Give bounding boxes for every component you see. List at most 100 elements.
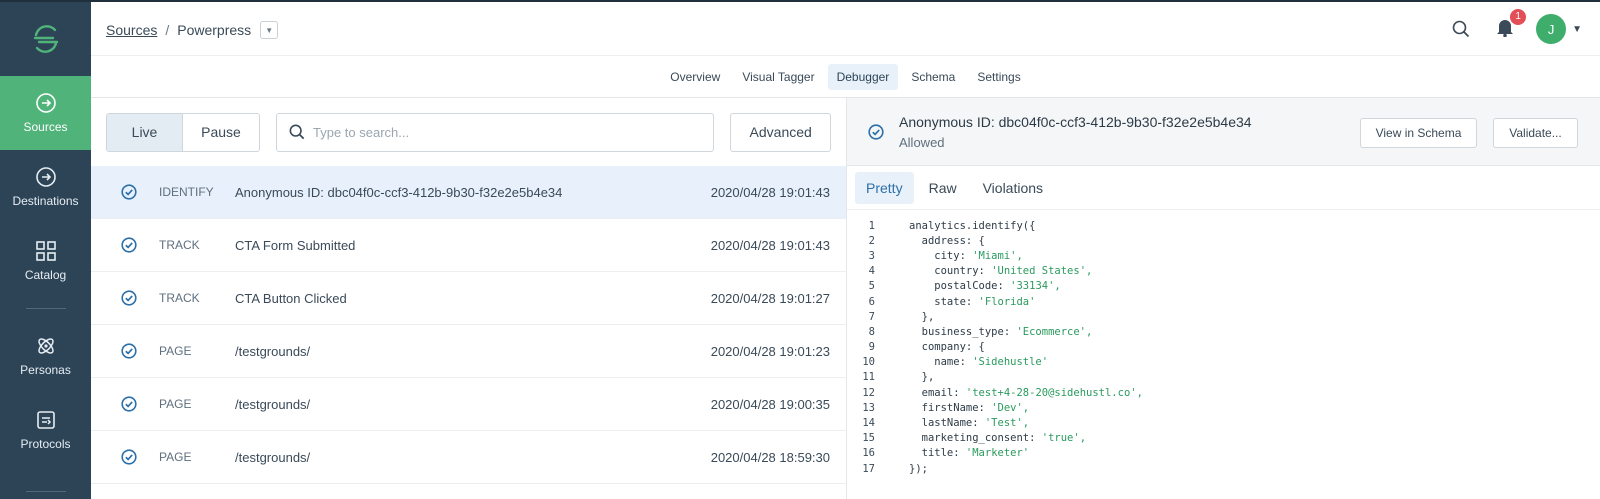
search-icon[interactable] (1452, 20, 1470, 38)
code-key: company: { (909, 341, 985, 354)
table-row[interactable]: IDENTIFY Anonymous ID: dbc04f0c-ccf3-412b… (91, 166, 846, 219)
code-line: 3 city: 'Miami', (847, 248, 1600, 263)
line-number: 1 (868, 219, 875, 232)
check-circle-icon (121, 184, 137, 200)
code-content: email: 'test+4-28-20@sidehustl.co', (909, 387, 1143, 399)
tab-debugger[interactable]: Debugger (827, 63, 899, 90)
line-number: 10 (862, 356, 875, 369)
tab-overview[interactable]: Overview (661, 64, 729, 90)
code-line: 10 name: 'Sidehustle' (847, 355, 1600, 370)
code-string: '33134', (1010, 280, 1061, 293)
notifications-button[interactable]: 1 (1496, 8, 1527, 42)
code-string: 'Sidehustle' (972, 356, 1049, 369)
check-circle-icon (121, 449, 137, 465)
code-key: lastName: (909, 417, 985, 430)
live-pause-toggle: Live Pause (106, 112, 260, 152)
sidebar-item-label: Catalog (24, 268, 67, 282)
sidebar-divider (25, 308, 66, 309)
code-string: 'Miami', (972, 249, 1023, 262)
code-line: 8 business_type: 'Ecommerce', (847, 324, 1600, 339)
pause-button[interactable]: Pause (183, 114, 259, 151)
line-number: 6 (868, 295, 875, 308)
table-row[interactable]: PAGE/testgrounds/2020/04/28 18:59:30 (91, 431, 846, 484)
sidebar-item-destinations[interactable]: Destinations (0, 150, 91, 224)
sidebar-item-sources[interactable]: Sources (0, 76, 91, 150)
search-icon (289, 124, 305, 140)
code-string: 'test+4-28-20@sidehustl.co', (965, 386, 1143, 399)
line-number: 11 (862, 371, 875, 384)
code-string: 'Marketer' (965, 447, 1030, 460)
line-number: 13 (862, 401, 875, 414)
code-line: 12 email: 'test+4-28-20@sidehustl.co', (847, 385, 1600, 400)
code-content: }); (909, 463, 928, 475)
avatar[interactable]: J (1536, 14, 1567, 44)
personas-icon (37, 338, 54, 354)
chevron-down-icon[interactable]: ▼ (1572, 24, 1582, 35)
code-content: }, (909, 371, 935, 384)
sources-icon (35, 93, 56, 113)
event-detail-status: Allowed (899, 135, 945, 150)
code-line: 1 analytics.identify({ (847, 218, 1600, 233)
code-key: title: (909, 447, 966, 460)
check-circle-icon (121, 290, 137, 306)
code-line: 7 }, (847, 309, 1600, 324)
sidebar-item-protocols[interactable]: Protocols (0, 393, 91, 467)
code-line: 4 country: 'United States', (847, 264, 1600, 279)
advanced-button[interactable]: Advanced (730, 112, 831, 152)
sidebar-item-catalog[interactable]: Catalog (0, 224, 91, 298)
tab-pretty[interactable]: Pretty (855, 171, 914, 204)
code-key: postalCode: (909, 280, 1011, 293)
code-content: title: 'Marketer' (909, 447, 1029, 459)
sidebar-item-personas[interactable]: Personas (0, 319, 91, 393)
code-content: country: 'United States', (909, 265, 1092, 277)
line-number: 9 (868, 341, 875, 354)
code-key: }, (909, 371, 935, 384)
check-circle-icon (121, 396, 137, 412)
code-line: 6 state: 'Florida' (847, 294, 1600, 309)
line-number: 7 (868, 310, 875, 323)
code-line: 16 title: 'Marketer' (847, 446, 1600, 461)
table-row[interactable]: TRACK CTA Form Submitted 2020/04/28 19:01:… (91, 219, 846, 272)
tab-settings[interactable]: Settings (968, 64, 1029, 90)
destinations-icon (35, 167, 56, 187)
code-string: 'Test', (984, 417, 1030, 430)
code-content: address: { (909, 235, 985, 247)
line-number: 15 (862, 432, 875, 445)
code-key: marketing_consent: (909, 432, 1042, 445)
search-input[interactable] (313, 124, 693, 140)
code-line: 13 firstName: 'Dev', (847, 400, 1600, 415)
code-line: 17}); (847, 461, 1600, 476)
code-content: state: 'Florida' (909, 296, 1035, 308)
check-circle-icon (121, 237, 137, 253)
tab-raw[interactable]: Raw (918, 172, 968, 204)
view-in-schema-button[interactable]: View in Schema (1360, 118, 1477, 148)
segment-logo-icon[interactable] (0, 2, 91, 76)
line-number: 12 (862, 386, 875, 399)
source-tabs: Overview Visual Tagger Debugger Schema S… (91, 56, 1600, 98)
code-content: firstName: 'Dev', (909, 402, 1029, 414)
tab-schema[interactable]: Schema (902, 64, 964, 90)
tab-visual-tagger[interactable]: Visual Tagger (733, 64, 823, 90)
table-row[interactable]: PAGE/testgrounds/2020/04/28 19:00:35 (91, 378, 846, 431)
line-number: 4 (868, 265, 875, 278)
table-row[interactable]: PAGE/testgrounds/2020/04/28 19:01:23 (91, 325, 846, 378)
validate-button[interactable]: Validate... (1493, 118, 1578, 148)
line-number: 8 (868, 325, 875, 338)
source-switcher-dropdown[interactable]: ▼ (260, 21, 279, 39)
live-button[interactable]: Live (107, 113, 183, 151)
event-detail-header: Anonymous ID: dbc04f0c-ccf3-412b-9b30-f3… (847, 98, 1600, 166)
event-search (276, 112, 715, 152)
code-content: name: 'Sidehustle' (909, 356, 1048, 368)
breadcrumb-sources-link[interactable]: Sources (106, 22, 157, 38)
table-row[interactable]: TRACK CTA Button Clicked 2020/04/28 19:01:… (91, 272, 846, 325)
event-type: TRACK (159, 291, 200, 305)
code-line: 2 address: { (847, 233, 1600, 248)
sidebar: Sources Destinations Catalog Personas Pr… (0, 0, 91, 499)
code-key: }, (909, 310, 935, 323)
code-key: analytics.identify({ (909, 219, 1036, 232)
line-number: 14 (862, 417, 875, 430)
tab-violations[interactable]: Violations (972, 172, 1054, 204)
event-stream-panel: Live Pause Advanced IDENTIFYAnonymous ID… (91, 98, 847, 499)
event-timestamp: 2020/04/28 19:01:23 (710, 343, 830, 359)
code-string: 'true', (1041, 432, 1087, 445)
